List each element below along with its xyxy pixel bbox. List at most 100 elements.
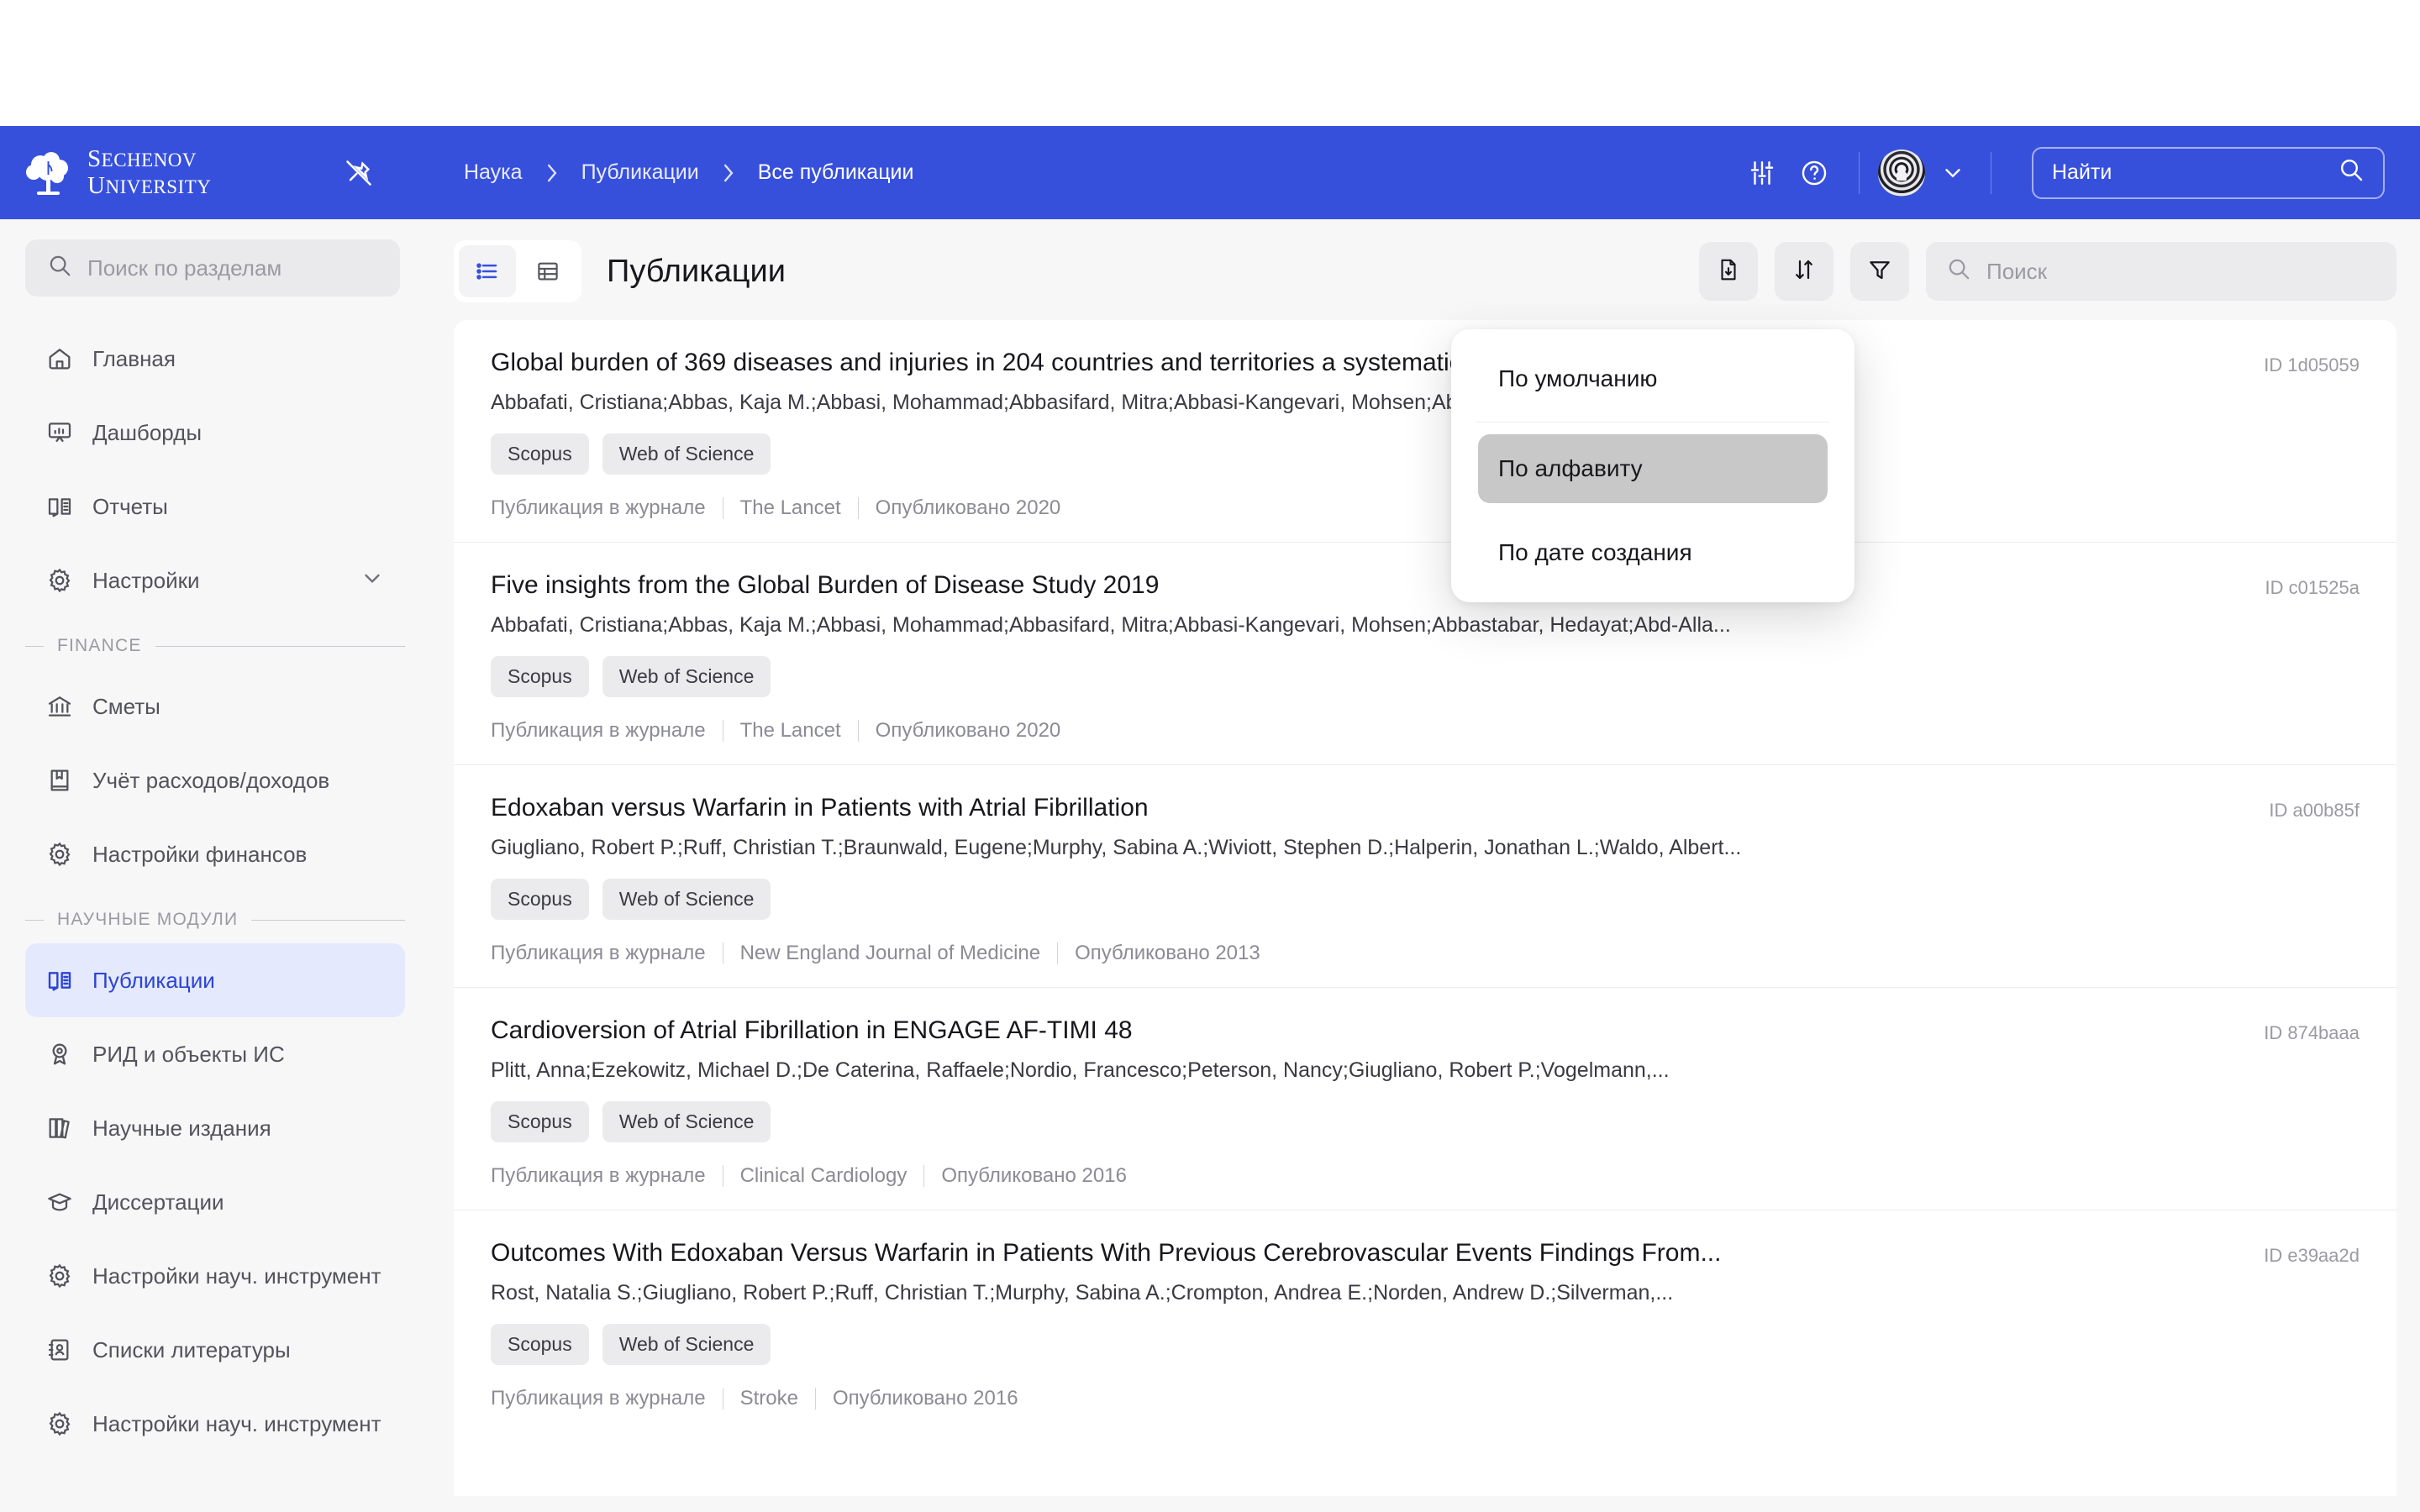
sidebar-item-label: Публикации	[92, 967, 215, 993]
pin-off-icon[interactable]	[336, 150, 381, 196]
main-content: Публикации Поиск Global burden of 369 di…	[430, 219, 2420, 1512]
sidebar-item-scientific-publications[interactable]: Научные издания	[25, 1091, 405, 1165]
sidebar-item-expenses-income[interactable]: Учёт расходов/доходов	[25, 743, 405, 817]
file-export-icon	[1716, 257, 1741, 286]
sidebar-item-label: Главная	[92, 345, 176, 371]
section-rule	[251, 919, 405, 921]
publication-authors: Plitt, Anna;Ezekowitz, Michael D.;De Cat…	[491, 1058, 1670, 1082]
publication-title[interactable]: Cardioversion of Atrial Fibrillation in …	[491, 1016, 2244, 1045]
presentation-chart-icon	[45, 418, 74, 447]
filter-button[interactable]	[1850, 242, 1909, 301]
table-view-icon[interactable]	[519, 245, 576, 297]
sort-option-by-date[interactable]: По дате создания	[1451, 522, 1854, 584]
chevron-down-icon[interactable]	[1933, 154, 1972, 192]
sidebar-item-label: Настройки науч. инструмент	[92, 1410, 381, 1436]
gear-icon	[45, 1262, 74, 1290]
publication-id: ID 874baaa	[2264, 1022, 2360, 1043]
brand-name: Sechenov University	[87, 146, 211, 199]
help-circle-icon[interactable]	[1788, 147, 1840, 199]
list-item[interactable]: Cardioversion of Atrial Fibrillation in …	[454, 987, 2396, 1210]
sidebar-search-placeholder: Поиск по разделам	[87, 255, 282, 281]
section-dash	[25, 919, 44, 921]
sidebar-item-label: Учёт расходов/доходов	[92, 767, 330, 793]
publication-header: Edoxaban versus Warfarin in Patients wit…	[491, 794, 2360, 822]
sort-option-alphabetical[interactable]: По алфавиту	[1478, 434, 1828, 503]
status-badge: Web of Science	[602, 1324, 771, 1365]
header-search-placeholder: Найти	[2052, 160, 2112, 184]
sort-button[interactable]	[1775, 242, 1833, 301]
menu-divider	[1476, 422, 1829, 423]
sidebar-item-literature-lists[interactable]: Списки литературы	[25, 1313, 405, 1387]
sidebar: Поиск по разделам Главная Дашборды Отчет…	[0, 219, 430, 1512]
breadcrumb-item-publikacii[interactable]: Публикации	[581, 160, 699, 185]
list-item[interactable]: Global burden of 369 diseases and injuri…	[454, 320, 2396, 542]
publication-title[interactable]: Global burden of 369 diseases and injuri…	[491, 349, 2244, 377]
sechenov-tree-logo-icon	[26, 151, 68, 195]
publication-authors: Rost, Natalia S.;Giugliano, Robert P.;Ru…	[491, 1281, 1674, 1305]
publication-published: Опубликовано 2020	[875, 496, 1061, 519]
publication-id: ID c01525a	[2265, 577, 2360, 598]
brand-line-1: Sechenov	[87, 145, 197, 173]
status-badge: Scopus	[491, 433, 589, 475]
sidebar-item-finance-settings[interactable]: Настройки финансов	[25, 817, 405, 891]
header-divider	[1859, 151, 1860, 194]
status-badge: Scopus	[491, 879, 589, 920]
sidebar-item-dashboards[interactable]: Дашборды	[25, 396, 405, 470]
sidebar-item-dissertations[interactable]: Диссертации	[25, 1165, 405, 1239]
publication-title[interactable]: Five insights from the Global Burden of …	[491, 571, 2244, 600]
sidebar-item-rid-ip-objects[interactable]: РИД и объекты ИС	[25, 1017, 405, 1091]
content-toolbar: Публикации Поиск	[454, 236, 2396, 307]
sidebar-item-scientific-tools-settings[interactable]: Настройки науч. инструмент	[25, 1239, 405, 1313]
publication-published: Опубликовано 2016	[941, 1164, 1127, 1187]
sort-arrows-icon	[1791, 257, 1817, 286]
book-open-icon	[45, 966, 74, 995]
search-icon	[1946, 256, 1971, 287]
brand-logo[interactable]: Sechenov University	[24, 146, 301, 199]
publication-meta: Публикация в журнале Stroke Опубликовано…	[491, 1387, 2360, 1410]
sidebar-section-scientific-modules: НАУЧНЫЕ МОДУЛИ	[25, 910, 405, 930]
status-badge: Web of Science	[602, 879, 771, 920]
list-item[interactable]: Outcomes With Edoxaban Versus Warfarin i…	[454, 1210, 2396, 1432]
avatar[interactable]	[1878, 149, 1925, 197]
section-title: FINANCE	[57, 636, 142, 655]
section-title: НАУЧНЫЕ МОДУЛИ	[57, 910, 239, 929]
sidebar-item-estimates[interactable]: Сметы	[25, 669, 405, 743]
app-body: Поиск по разделам Главная Дашборды Отчет…	[0, 219, 2420, 1512]
sidebar-item-settings[interactable]: Настройки	[25, 543, 405, 617]
publication-id: ID a00b85f	[2269, 800, 2360, 821]
publication-authors: Abbafati, Cristiana;Abbas, Kaja M.;Abbas…	[491, 391, 1731, 414]
graduation-cap-icon	[45, 1188, 74, 1216]
sort-option-default[interactable]: По умолчанию	[1451, 348, 1854, 410]
publication-journal: Clinical Cardiology	[739, 1164, 908, 1187]
list-view-icon[interactable]	[459, 245, 516, 297]
sidebar-item-reports[interactable]: Отчеты	[25, 470, 405, 543]
sidebar-search-input[interactable]: Поиск по разделам	[25, 239, 400, 297]
sliders-icon[interactable]	[1736, 147, 1788, 199]
content-search-input[interactable]: Поиск	[1926, 242, 2396, 301]
app-header: Sechenov University Наука Публикации Все…	[0, 126, 2420, 219]
publication-type: Публикация в журнале	[491, 1387, 706, 1410]
export-button[interactable]	[1699, 242, 1758, 301]
sidebar-item-label: Дашборды	[92, 419, 202, 445]
gear-icon	[45, 840, 74, 869]
publication-title[interactable]: Edoxaban versus Warfarin in Patients wit…	[491, 794, 2249, 822]
breadcrumb-item-all-publications[interactable]: Все публикации	[758, 160, 914, 185]
gear-icon	[45, 1410, 74, 1438]
publication-published: Опубликовано 2016	[832, 1387, 1018, 1410]
list-item[interactable]: Edoxaban versus Warfarin in Patients wit…	[454, 764, 2396, 987]
sidebar-item-label: Настройки науч. инструмент	[92, 1263, 381, 1289]
sidebar-item-home[interactable]: Главная	[25, 322, 405, 396]
list-item[interactable]: Five insights from the Global Burden of …	[454, 542, 2396, 764]
publication-type: Публикация в журнале	[491, 496, 706, 519]
content-search-placeholder: Поиск	[1986, 258, 2048, 284]
sidebar-item-scientific-tools-settings-2[interactable]: Настройки науч. инструмент	[25, 1387, 405, 1461]
breadcrumb: Наука Публикации Все публикации	[464, 160, 913, 185]
publication-meta: Публикация в журнале The Lancet Опублико…	[491, 719, 2360, 743]
chevron-down-icon[interactable]	[360, 565, 385, 596]
breadcrumb-item-nauka[interactable]: Наука	[464, 160, 523, 185]
sidebar-item-publications[interactable]: Публикации	[25, 943, 405, 1017]
header-search-input[interactable]: Найти	[2032, 146, 2385, 199]
publication-chips: Scopus Web of Science	[491, 1324, 2360, 1365]
publication-title[interactable]: Outcomes With Edoxaban Versus Warfarin i…	[491, 1239, 2244, 1268]
status-badge: Scopus	[491, 656, 589, 697]
